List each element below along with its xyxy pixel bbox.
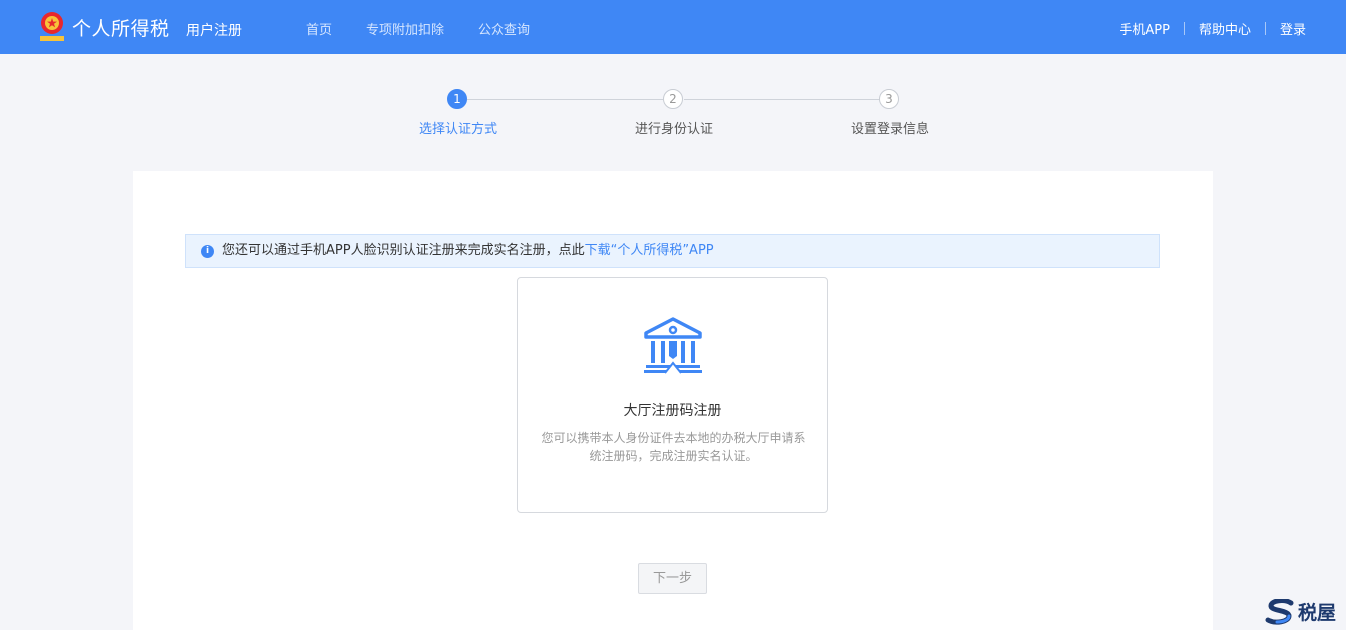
page-subtitle: 用户注册 (186, 23, 242, 39)
nav-help-center[interactable]: 帮助中心 (1199, 19, 1251, 38)
next-step-button[interactable]: 下一步 (638, 563, 707, 594)
shuiwu-watermark: 税屋 (1265, 598, 1336, 625)
main-panel: i 您还可以通过手机APP人脸识别认证注册来完成实名注册，点此下载“个人所得税”… (133, 171, 1213, 630)
nav-divider (1183, 22, 1185, 35)
step-connector (467, 99, 663, 100)
nav-home[interactable]: 首页 (306, 19, 332, 38)
info-icon: i (201, 245, 214, 258)
nav-divider (1264, 22, 1266, 35)
top-header: 个人所得税 用户注册 首页 专项附加扣除 公众查询 手机APP 帮助中心 登录 (0, 0, 1346, 54)
main-nav: 首页 专项附加扣除 公众查询 (306, 19, 564, 38)
tax-emblem-logo[interactable] (38, 10, 66, 44)
step-3-label: 设置登录信息 (851, 122, 930, 137)
download-app-link[interactable]: 下载“个人所得税”APP (585, 243, 714, 258)
shuiwu-logo-icon (1265, 598, 1294, 625)
nav-special-deduction[interactable]: 专项附加扣除 (366, 19, 444, 38)
app-notice-banner: i 您还可以通过手机APP人脸识别认证注册来完成实名注册，点此下载“个人所得税”… (185, 234, 1160, 268)
step-2-indicator: 2 (663, 89, 683, 109)
watermark-text: 税屋 (1297, 602, 1336, 624)
card-title: 大厅注册码注册 (623, 403, 722, 419)
right-nav: 手机APP 帮助中心 登录 (1119, 19, 1306, 38)
bank-building-icon (644, 317, 702, 374)
notice-text: 您还可以通过手机APP人脸识别认证注册来完成实名注册，点此 (222, 243, 585, 258)
registration-steps: 1 选择认证方式 2 进行身份认证 3 设置登录信息 (0, 89, 1346, 139)
card-description: 您可以携带本人身份证件去本地的办税大厅申请系统注册码，完成注册实名认证。 (541, 431, 806, 463)
brand-title[interactable]: 个人所得税 (72, 14, 170, 41)
step-3-indicator: 3 (879, 89, 899, 109)
hall-registration-code-card[interactable]: 大厅注册码注册 您可以携带本人身份证件去本地的办税大厅申请系统注册码，完成注册实… (517, 277, 828, 513)
step-2-label: 进行身份认证 (635, 122, 714, 137)
nav-public-query[interactable]: 公众查询 (478, 19, 530, 38)
step-connector (684, 99, 880, 100)
nav-login[interactable]: 登录 (1280, 19, 1306, 38)
nav-mobile-app[interactable]: 手机APP (1119, 19, 1170, 38)
step-1-label: 选择认证方式 (419, 122, 498, 137)
step-1-indicator: 1 (447, 89, 467, 109)
